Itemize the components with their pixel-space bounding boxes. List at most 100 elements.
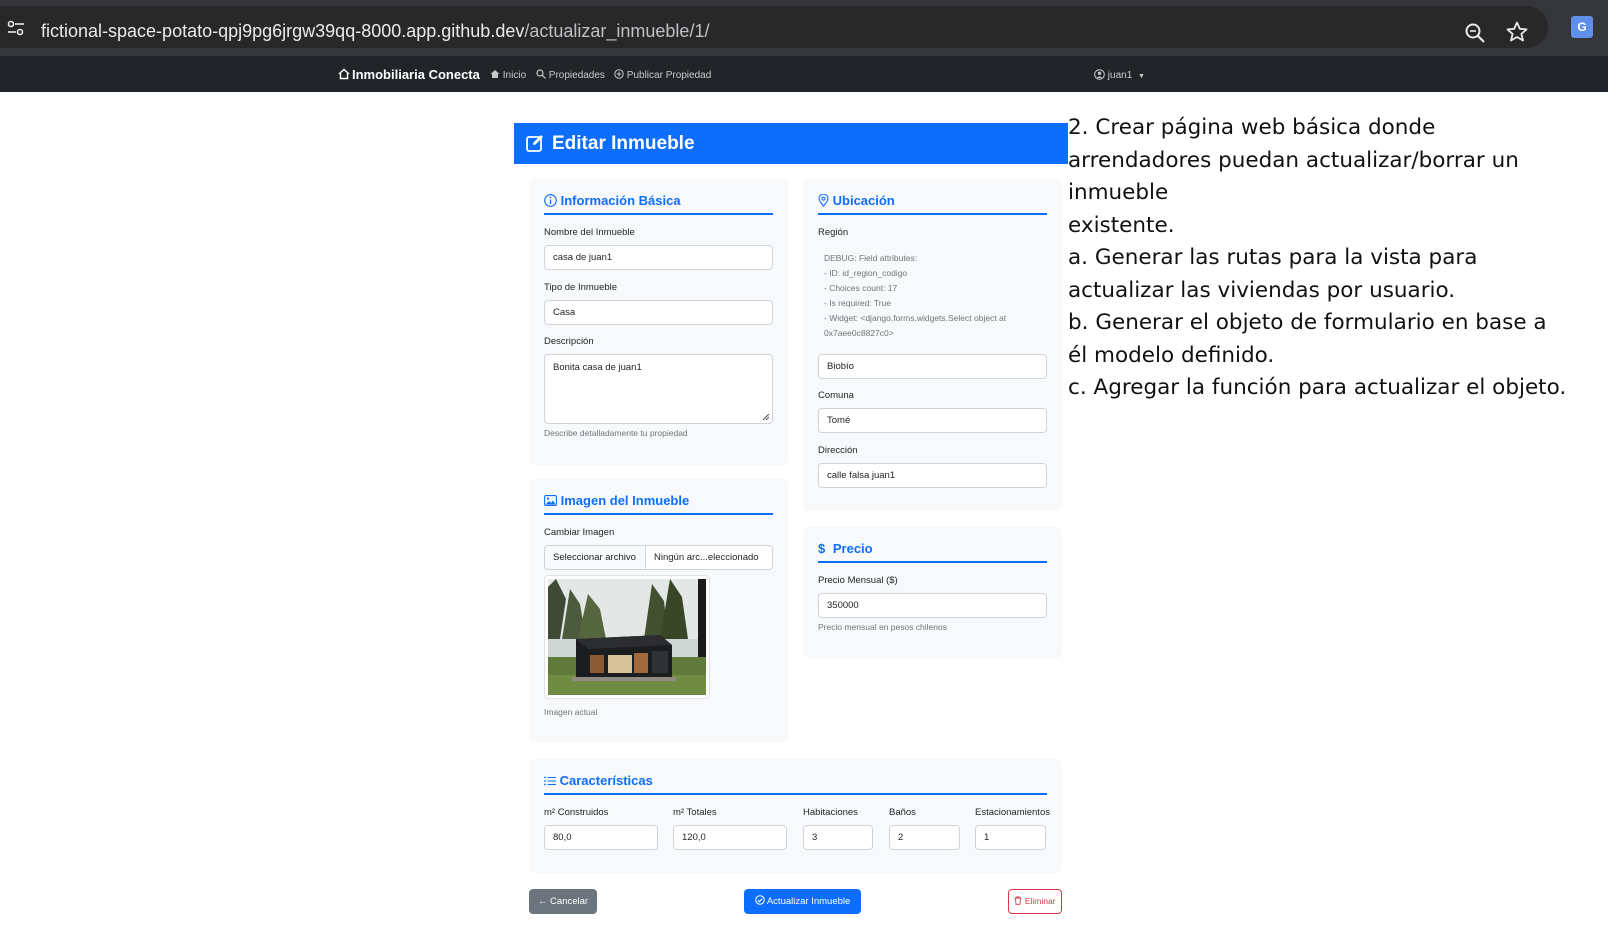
user-dropdown[interactable]: juan1 ▼ xyxy=(1094,69,1145,81)
basic-info-card: Información Básica Nombre del Inmueble c… xyxy=(529,179,788,465)
description-textarea[interactable]: Bonita casa de juan1 xyxy=(544,354,773,424)
image-card: Imagen del Inmueble Cambiar Imagen Selec… xyxy=(529,479,788,743)
user-icon xyxy=(1094,69,1105,80)
delete-label: Eliminar xyxy=(1024,896,1056,906)
debug-line: DEBUG: Field attributes: xyxy=(824,253,918,263)
update-label: Actualizar Inmueble xyxy=(766,896,851,907)
url-host: fictional-space-potato-qpj9pg6jrgw39qq-8… xyxy=(41,21,525,41)
bathrooms-input[interactable]: 2 xyxy=(889,825,960,850)
nav-inicio-label: Inicio xyxy=(502,70,527,81)
built-area-input[interactable]: 80,0 xyxy=(544,825,658,850)
brand-link[interactable]: Inmobiliaria Conecta xyxy=(338,67,480,82)
delete-button[interactable]: Eliminar xyxy=(1008,889,1062,914)
debug-line: - Widget: <django.forms.widgets.Select o… xyxy=(824,313,1007,323)
note-line: arrendadores puedan actualizar/borrar un xyxy=(1068,147,1519,173)
debug-info: DEBUG: Field attributes: - ID: id_region… xyxy=(824,251,1006,341)
arrow-left-icon: ← xyxy=(537,896,548,907)
location-card: Ubicación Región DEBUG: Field attributes… xyxy=(803,179,1062,511)
comuna-label: Comuna xyxy=(818,390,854,401)
image-icon xyxy=(544,495,557,506)
image-title: Imagen del Inmueble xyxy=(544,493,689,508)
cancel-button[interactable]: ← Cancelar xyxy=(529,889,597,914)
nav-publicar[interactable]: Publicar Propiedad xyxy=(614,69,711,81)
resize-handle-icon[interactable] xyxy=(762,413,770,421)
nav-inicio[interactable]: Inicio xyxy=(490,69,526,81)
translate-icon[interactable]: G xyxy=(1571,16,1593,38)
rooms-input[interactable]: 3 xyxy=(803,825,873,850)
built-area-label: m² Construidos xyxy=(544,807,609,818)
address-label: Dirección xyxy=(818,445,858,456)
basic-info-title: Información Básica xyxy=(544,193,681,208)
url-text[interactable]: fictional-space-potato-qpj9pg6jrgw39qq-8… xyxy=(41,21,709,42)
update-button[interactable]: Actualizar Inmueble xyxy=(744,889,861,914)
note-line: existente. xyxy=(1068,212,1175,238)
current-image-caption: Imagen actual xyxy=(544,707,598,717)
note-line: b. Generar el objeto de formulario en ba… xyxy=(1068,310,1547,335)
nav-propiedades-label: Propiedades xyxy=(548,70,605,81)
cancel-label: Cancelar xyxy=(550,896,589,907)
price-title-text: Precio xyxy=(832,541,873,556)
choose-file-button[interactable]: Seleccionar archivo xyxy=(544,545,646,570)
house-photo xyxy=(548,579,706,695)
total-area-label: m² Totales xyxy=(673,807,717,818)
page-header: Editar Inmueble xyxy=(514,123,1068,164)
features-title: Características xyxy=(544,773,653,788)
note-line: inmueble xyxy=(1068,180,1169,205)
browser-toolbar: fictional-space-potato-qpj9pg6jrgw39qq-8… xyxy=(0,0,1608,56)
description-label: Descripción xyxy=(544,336,594,347)
region-label: Región xyxy=(818,227,849,238)
comuna-select[interactable]: Tomé xyxy=(818,408,1047,433)
trash-icon xyxy=(1014,896,1022,905)
price-rule xyxy=(818,561,1047,563)
note-line: actualizar las viviendas por usuario. xyxy=(1068,277,1456,303)
check-circle-icon xyxy=(754,895,765,905)
plus-circle-icon xyxy=(614,69,624,79)
url-path: /actualizar_inmueble/1/ xyxy=(524,21,710,41)
bathrooms-label: Baños xyxy=(889,807,916,818)
address-bar[interactable]: fictional-space-potato-qpj9pg6jrgw39qq-8… xyxy=(0,6,1548,48)
image-title-text: Imagen del Inmueble xyxy=(560,493,690,508)
name-label: Nombre del Inmueble xyxy=(544,227,635,238)
basic-info-rule xyxy=(544,213,773,215)
home-icon xyxy=(490,70,500,78)
parking-label: Estacionamientos xyxy=(975,807,1050,818)
file-name-display: Ningún arc...eleccionado xyxy=(646,545,773,570)
location-title-text: Ubicación xyxy=(832,193,895,208)
note-line: él modelo definido. xyxy=(1068,342,1275,368)
parking-input[interactable]: 1 xyxy=(975,825,1046,850)
caret-down-icon: ▼ xyxy=(1138,73,1145,80)
features-rule xyxy=(544,793,1047,795)
address-input[interactable]: calle falsa juan1 xyxy=(818,463,1047,488)
app-navbar: Inmobiliaria Conecta Inicio Propiedades … xyxy=(0,56,1608,92)
name-input[interactable]: casa de juan1 xyxy=(544,245,773,270)
change-image-label: Cambiar Imagen xyxy=(544,527,615,538)
features-title-text: Características xyxy=(559,773,653,788)
edit-icon xyxy=(526,135,543,152)
note-line: c. Agregar la función para actualizar el… xyxy=(1068,375,1567,400)
type-select[interactable]: Casa xyxy=(544,300,773,325)
house-icon xyxy=(338,68,350,80)
nav-propiedades[interactable]: Propiedades xyxy=(536,69,605,81)
note-line: 2. Crear página web básica donde xyxy=(1068,115,1436,140)
type-label: Tipo de Inmueble xyxy=(544,282,618,293)
info-icon xyxy=(544,194,557,207)
price-title: $ Precio xyxy=(818,541,873,556)
region-select[interactable]: Biobío xyxy=(818,354,1047,379)
price-card: $ Precio Precio Mensual ($) 350000 Preci… xyxy=(803,527,1062,658)
price-input[interactable]: 350000 xyxy=(818,593,1047,618)
location-rule xyxy=(818,213,1047,215)
site-settings-icon[interactable] xyxy=(6,20,26,36)
description-help: Describe detalladamente tu propiedad xyxy=(544,428,688,438)
basic-info-title-text: Información Básica xyxy=(560,193,681,208)
assignment-note: 2. Crear página web básica donde arrenda… xyxy=(1068,112,1588,405)
debug-line: - Is required: True xyxy=(824,298,892,308)
bookmark-star-icon[interactable] xyxy=(1505,20,1529,44)
note-line: a. Generar las rutas para la vista para xyxy=(1068,245,1478,270)
zoom-icon[interactable] xyxy=(1464,22,1486,44)
page-title: Editar Inmueble xyxy=(552,133,695,154)
nav-publicar-label: Publicar Propiedad xyxy=(626,70,712,81)
debug-line: - ID: id_region_codigo xyxy=(824,268,908,278)
total-area-input[interactable]: 120,0 xyxy=(673,825,787,850)
current-property-image xyxy=(544,575,710,699)
location-title: Ubicación xyxy=(818,193,895,208)
